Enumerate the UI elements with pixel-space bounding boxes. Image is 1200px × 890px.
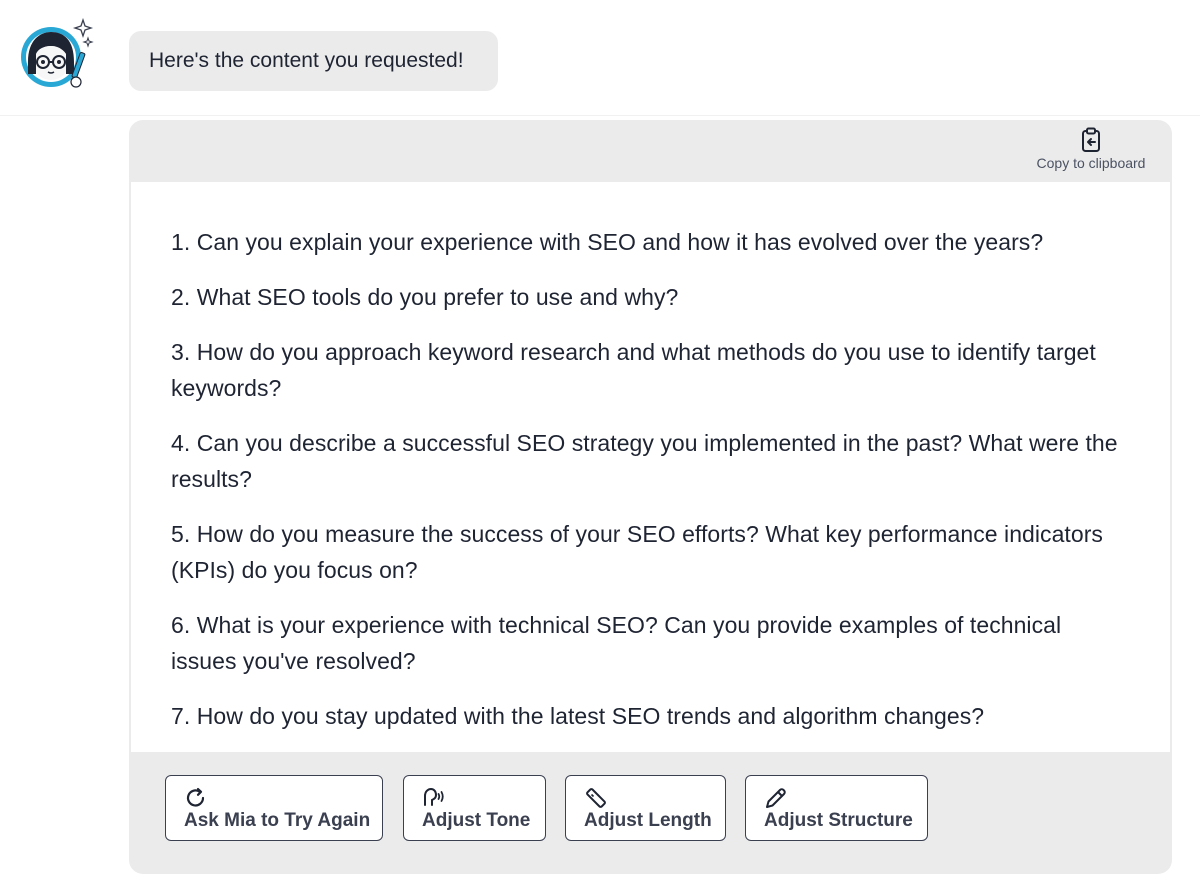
adjust-length-label: Adjust Length xyxy=(584,810,712,831)
adjust-structure-label: Adjust Structure xyxy=(764,810,913,831)
list-item: 2. What SEO tools do you prefer to use a… xyxy=(171,284,679,310)
list-item: 4. Can you describe a successful SEO str… xyxy=(171,430,1118,492)
copy-to-clipboard-button[interactable]: Copy to clipboard xyxy=(1031,126,1151,176)
adjust-tone-label: Adjust Tone xyxy=(422,810,531,831)
clipboard-icon xyxy=(1080,127,1102,153)
ruler-icon xyxy=(584,786,608,810)
copy-to-clipboard-label: Copy to clipboard xyxy=(1036,155,1146,171)
card-actions: Ask Mia to Try Again Adjust Tone Adjust … xyxy=(129,752,1172,874)
list-item: 5. How do you measure the success of you… xyxy=(171,521,1103,583)
pen-icon xyxy=(764,786,788,810)
ask-mia-try-again-label: Ask Mia to Try Again xyxy=(184,810,371,831)
assistant-message-bubble: Here's the content you requested! xyxy=(129,31,498,91)
adjust-structure-button[interactable]: Adjust Structure xyxy=(745,775,928,841)
divider xyxy=(0,115,1200,116)
mia-avatar-icon xyxy=(18,17,94,92)
list-item: 6. What is your experience with technica… xyxy=(171,612,1062,674)
voice-icon xyxy=(422,786,446,810)
content-body: 1. Can you explain your experience with … xyxy=(131,182,1170,752)
generated-content-card: Copy to clipboard 1. Can you explain you… xyxy=(129,120,1172,874)
ask-mia-try-again-button[interactable]: Ask Mia to Try Again xyxy=(165,775,383,841)
card-header: Copy to clipboard xyxy=(129,120,1172,182)
list-item: 1. Can you explain your experience with … xyxy=(171,229,1044,255)
adjust-length-button[interactable]: Adjust Length xyxy=(565,775,726,841)
refresh-icon xyxy=(184,786,208,810)
assistant-message-text: Here's the content you requested! xyxy=(149,49,464,72)
adjust-tone-button[interactable]: Adjust Tone xyxy=(403,775,546,841)
question-list: 1. Can you explain your experience with … xyxy=(171,224,1130,734)
list-item: 3. How do you approach keyword research … xyxy=(171,339,1096,401)
list-item: 7. How do you stay updated with the late… xyxy=(171,703,985,729)
